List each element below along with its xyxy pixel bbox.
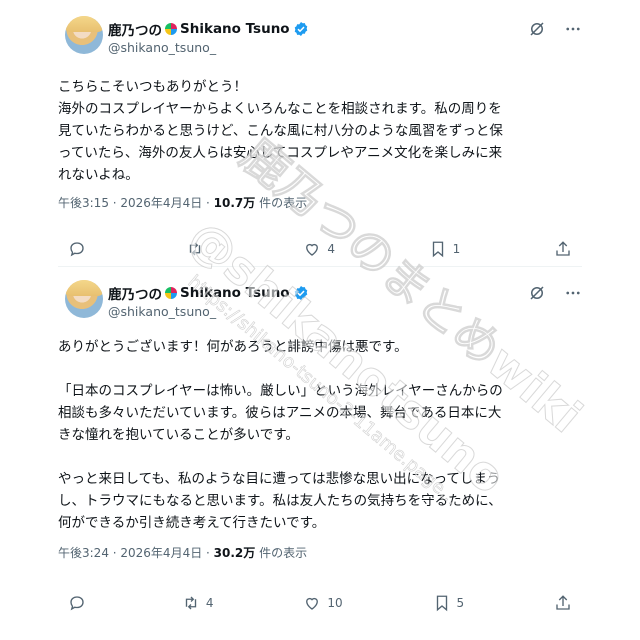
bookmark-icon	[432, 241, 443, 258]
retweet-button[interactable]: 4	[182, 594, 214, 612]
avatar[interactable]	[65, 280, 103, 318]
tweet-1[interactable]: 鹿乃つの Shikano Tsuno @shikano_tsuno_ こちらこそ…	[58, 10, 582, 211]
share-icon	[556, 595, 570, 610]
view-count: 10.7万	[213, 196, 256, 210]
retweet-icon	[189, 242, 200, 256]
tweet-timestamp[interactable]: 午後3:15 · 2026年4月4日 ·	[58, 196, 214, 210]
bookmark-icon	[436, 595, 447, 612]
retweet-button[interactable]	[186, 240, 210, 258]
retweet-count: 4	[205, 596, 214, 610]
bookmark-button[interactable]: 5	[433, 594, 465, 612]
bookmark-count: 5	[456, 596, 465, 610]
author-name-row[interactable]: 鹿乃つの Shikano Tsuno	[108, 19, 309, 39]
tweet-1-actions: 4 1	[68, 240, 572, 258]
share-button[interactable]	[554, 594, 572, 612]
tweet-2[interactable]: 鹿乃つの Shikano Tsuno @shikano_tsuno_ ありがとう…	[58, 274, 582, 561]
tweet-header: 鹿乃つの Shikano Tsuno @shikano_tsuno_	[58, 10, 582, 60]
author-name[interactable]: 鹿乃つの	[108, 283, 162, 303]
tweet-2-actions: 4 10 5	[68, 594, 572, 612]
author-name-row[interactable]: 鹿乃つの Shikano Tsuno	[108, 283, 309, 303]
reply-icon	[70, 596, 84, 611]
like-button[interactable]: 10	[303, 594, 343, 612]
like-count: 4	[327, 242, 335, 256]
view-label: 件の表示	[255, 196, 308, 210]
share-icon	[556, 241, 570, 256]
like-icon	[306, 243, 319, 256]
reply-button[interactable]	[68, 594, 92, 612]
author-name-latin[interactable]: Shikano Tsuno	[180, 21, 290, 37]
author-name[interactable]: 鹿乃つの	[108, 19, 162, 39]
tweet-meta: 午後3:15 · 2026年4月4日 · 10.7万 件の表示	[58, 194, 582, 211]
tweet-text: ありがとうございます！何があろうと誹謗中傷は悪です。 「日本のコスプレイヤーは怖…	[58, 339, 503, 531]
author-name-latin[interactable]: Shikano Tsuno	[180, 285, 290, 301]
more-icon[interactable]	[564, 284, 582, 302]
emoji-icon	[165, 287, 177, 299]
emoji-icon	[165, 23, 177, 35]
tweet-timestamp[interactable]: 午後3:24 · 2026年4月4日 ·	[58, 546, 214, 560]
tweet-meta: 午後3:24 · 2026年4月4日 · 30.2万 件の表示	[58, 544, 582, 561]
more-icon[interactable]	[564, 20, 582, 38]
verified-icon	[294, 22, 307, 36]
bookmark-button[interactable]: 1	[429, 240, 461, 258]
like-button[interactable]: 4	[303, 240, 335, 258]
reply-button[interactable]	[68, 240, 92, 258]
view-label: 件の表示	[255, 546, 308, 560]
reply-icon	[70, 242, 84, 257]
grok-icon[interactable]	[528, 20, 546, 38]
tweet-text: こちらこそいつもありがとう！ 海外のコスプレイヤーからよくいろんなことを相談され…	[58, 79, 503, 183]
share-button[interactable]	[554, 240, 572, 258]
grok-icon[interactable]	[528, 284, 546, 302]
verified-icon	[294, 286, 307, 300]
like-count: 10	[327, 596, 343, 610]
retweet-icon	[185, 596, 197, 610]
author-handle[interactable]: @shikano_tsuno_	[108, 40, 216, 55]
like-icon	[306, 597, 319, 610]
tweet-header: 鹿乃つの Shikano Tsuno @shikano_tsuno_	[58, 274, 582, 324]
avatar[interactable]	[65, 16, 103, 54]
view-count: 30.2万	[213, 546, 256, 560]
divider	[58, 266, 582, 267]
author-handle[interactable]: @shikano_tsuno_	[108, 304, 216, 319]
bookmark-count: 1	[452, 242, 461, 256]
